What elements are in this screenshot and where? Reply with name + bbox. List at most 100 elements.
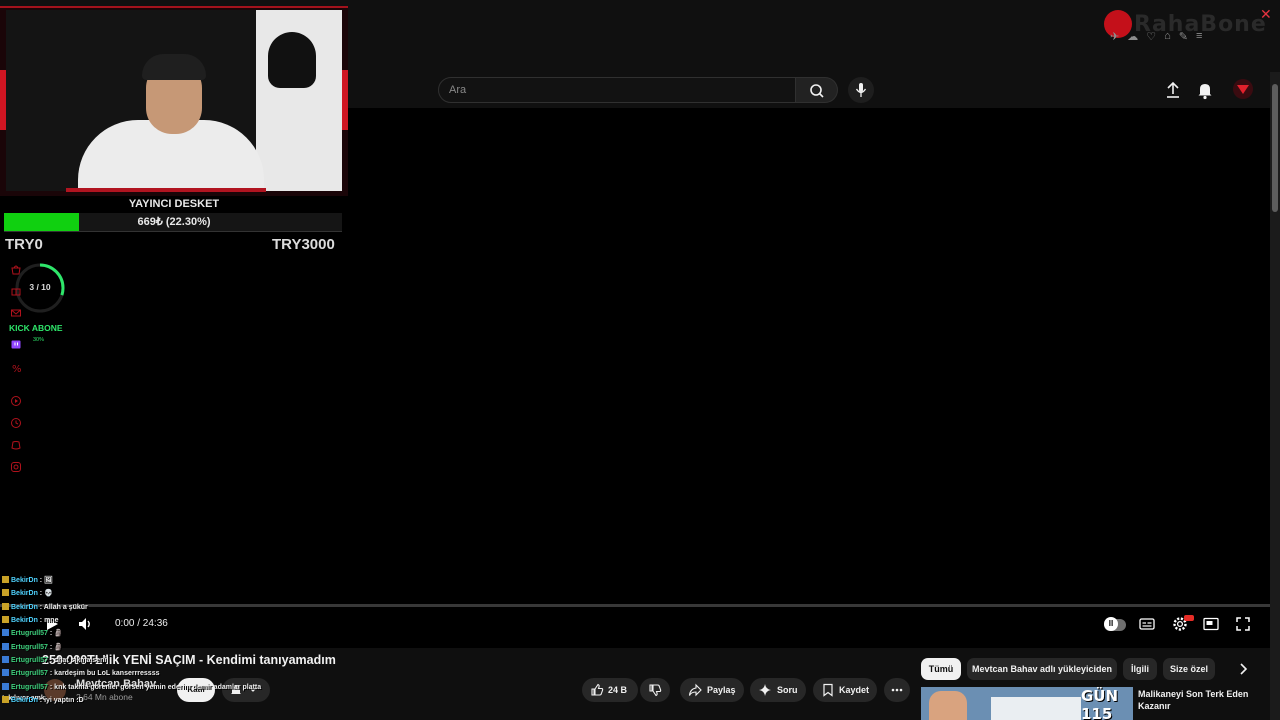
donation-goal-title: YAYINCI DESKET: [128, 198, 220, 210]
donation-goal-min: TRY0: [5, 236, 43, 253]
chip-for-you[interactable]: Size özel: [1163, 658, 1215, 680]
search-button[interactable]: [796, 77, 838, 103]
mic-button[interactable]: [848, 77, 874, 103]
donation-goal-max: TRY3000: [272, 236, 335, 253]
save-button[interactable]: Kaydet: [813, 678, 877, 702]
streamer-hair: [142, 54, 206, 80]
divider: [4, 231, 342, 232]
chat-username: Ertugrull57: [11, 684, 48, 692]
ask-button[interactable]: Soru: [750, 678, 806, 702]
chat-badge-icon: [2, 576, 9, 583]
percent-icon: %: [12, 364, 22, 374]
subtitles-icon: [1139, 618, 1155, 630]
more-icon: [891, 688, 903, 692]
search-input[interactable]: [449, 78, 779, 102]
share-label: Paylaş: [707, 685, 736, 695]
close-icon[interactable]: ✕: [1260, 6, 1272, 23]
lock-icon[interactable]: ⌂: [1164, 30, 1171, 43]
subtitles-button[interactable]: [1138, 615, 1156, 633]
webcam-feed: [6, 10, 342, 191]
scrollbar-thumb[interactable]: [1272, 84, 1278, 212]
chat-text: : kardeşim bu LoL kanserrressss: [47, 670, 160, 678]
sparkle-icon: [759, 684, 771, 696]
chat-text: : mne: [37, 616, 59, 624]
recommendation-thumbnail[interactable]: GÜN 115: [921, 687, 1133, 720]
thumbnail-caption: GÜN 115: [1081, 687, 1119, 720]
like-button[interactable]: 24 B: [582, 678, 638, 702]
chat-message: Ertugrull57 : 🗿: [2, 642, 63, 651]
chat-text: : 💀: [37, 590, 53, 598]
webcam-frame-stripe: [66, 188, 266, 192]
upload-icon: [1167, 81, 1179, 98]
heart-icon[interactable]: ♡: [1146, 30, 1156, 43]
upload-button[interactable]: [1162, 80, 1184, 100]
chat-badge-icon: [2, 655, 9, 663]
chip-related[interactable]: İlgili: [1123, 658, 1157, 680]
thumbnail-house: [991, 697, 1081, 720]
tag-icon[interactable]: ✎: [1179, 30, 1188, 43]
hd-badge: [1184, 615, 1194, 621]
svg-text:%: %: [12, 364, 22, 374]
skull-icon: [268, 32, 316, 88]
volume-button[interactable]: [76, 615, 94, 633]
kick-sub-label: KICK ABONE: [9, 323, 63, 333]
miniplayer-icon: [1203, 617, 1219, 631]
chat-message: BekirDn : 💀: [2, 589, 53, 597]
progress-bar[interactable]: [0, 604, 1270, 607]
dislike-button[interactable]: [640, 678, 670, 702]
notifications-button[interactable]: [1194, 79, 1216, 101]
donation-goal-amount: 669₺ (22.30%): [137, 216, 211, 228]
chat-message: BekirDn : mne: [2, 615, 59, 624]
brand-toolbar: ✈ ☁ ♡ ⌂ ✎ ≡: [1110, 30, 1202, 43]
avatar-icon: [1233, 79, 1253, 99]
chat-text: : Allah a şükür: [37, 603, 88, 611]
time-display: 0:00 / 24:36: [115, 618, 168, 629]
search-box[interactable]: [438, 77, 796, 103]
share-icon: [688, 683, 702, 697]
mail-icon: [11, 309, 21, 317]
share-button[interactable]: Paylaş: [680, 678, 744, 702]
mic-icon: [855, 83, 867, 97]
chat-badge-icon: [2, 615, 9, 623]
fullscreen-icon: [1236, 617, 1250, 631]
chat-badge-icon: [2, 695, 9, 703]
bookmark-icon: [823, 683, 833, 697]
clock-icon: [11, 418, 21, 428]
like-count: 24 B: [608, 685, 628, 695]
chat-message: Ertugrull57 : kardeşim bu LoL kanserrres…: [2, 669, 160, 677]
pin-icon[interactable]: ✈: [1110, 30, 1119, 43]
chip-all[interactable]: Tümü: [921, 658, 961, 680]
chat-username: BekirDn: [11, 577, 38, 584]
ask-label: Soru: [777, 685, 798, 695]
save-label: Kaydet: [839, 685, 870, 695]
shop-icon: [11, 265, 21, 275]
chip-from-uploader[interactable]: Mevtcan Bahav adlı yükleyiciden: [967, 658, 1117, 680]
chat-text: : 🖼: [37, 577, 53, 584]
youtube-icon: [11, 396, 21, 406]
miniplayer-button[interactable]: [1202, 615, 1220, 633]
chat-badge-icon: [2, 642, 9, 650]
chat-message: BekirDn : Allah a şükür: [2, 602, 88, 611]
chat-username: Ertugrull57: [11, 670, 48, 678]
chat-username: BekirDn: [11, 603, 38, 611]
chat-text: : 🗿: [47, 630, 63, 638]
chat-username: Ertugrull57: [11, 656, 48, 664]
menu-icon[interactable]: ≡: [1196, 30, 1202, 43]
more-actions-button[interactable]: [884, 678, 910, 702]
chat-message: BekirDn : 🖼: [2, 576, 53, 584]
chips-next-button[interactable]: [1234, 660, 1252, 678]
instagram-icon: [11, 462, 21, 472]
fullscreen-button[interactable]: [1234, 615, 1252, 633]
volume-icon: [79, 618, 90, 630]
kick-sub-percent: 30%: [33, 337, 45, 343]
recommendation-title[interactable]: Malikaneyi Son Terk Eden Kazanır: [1138, 688, 1263, 712]
chevron-right-icon: [1240, 663, 1248, 675]
chat-badge-icon: [2, 669, 9, 677]
bell-icon: [1198, 84, 1212, 100]
gift-icon: [11, 288, 21, 296]
webcam-frame-accent: [342, 70, 348, 130]
chat-text: : chat sıkma seni: [47, 656, 107, 664]
chat-text: : 🗿: [47, 643, 63, 651]
cloud-icon[interactable]: ☁: [1127, 30, 1138, 43]
account-avatar[interactable]: [1232, 78, 1254, 100]
